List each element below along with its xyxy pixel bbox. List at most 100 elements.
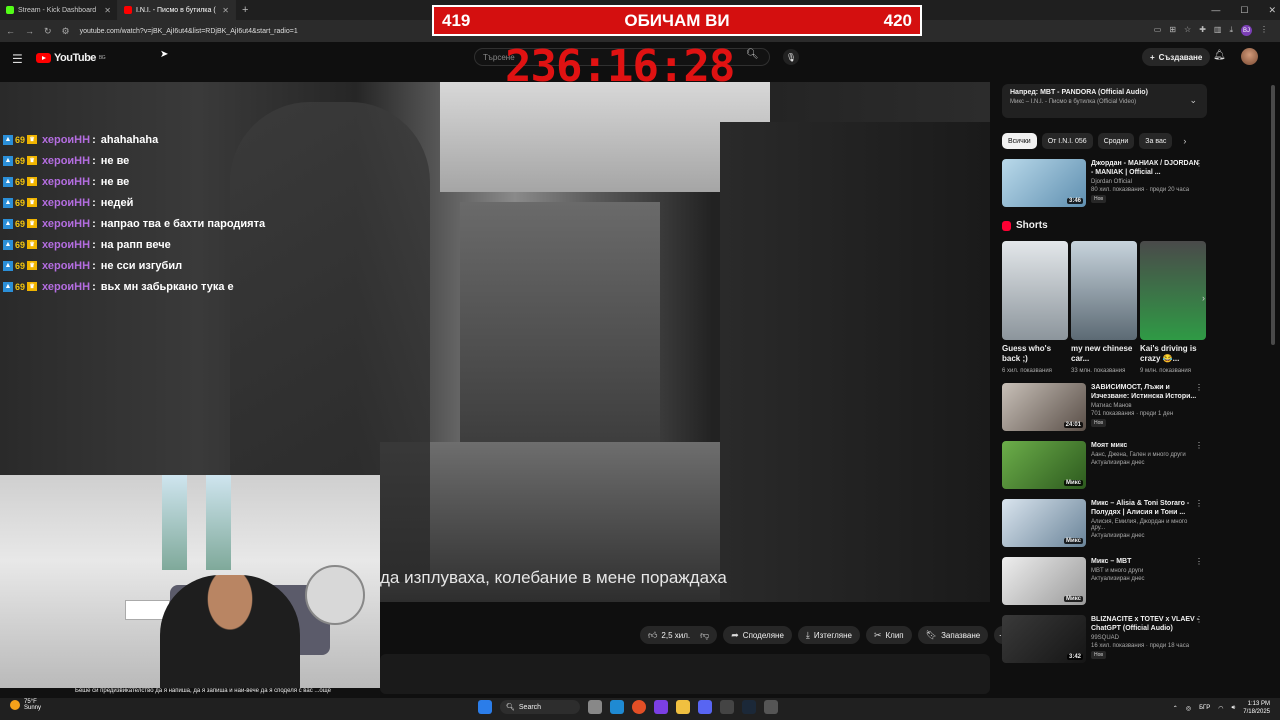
more-icon[interactable]: ⋮ (1195, 159, 1203, 168)
cast-icon[interactable]: ▭ (1154, 25, 1162, 36)
description-box[interactable] (380, 654, 990, 694)
tab-kick-dashboard[interactable]: Stream - Kick Dashboard ✕ (0, 0, 118, 20)
short-title[interactable]: my new chinese car... (1071, 344, 1137, 364)
video-item[interactable]: 3:46 Джордан - МАНИАК / DJORDAN - MANIAK… (1002, 159, 1207, 207)
chevron-right-icon[interactable]: › (1202, 293, 1205, 303)
volume-icon[interactable]: 🔊︎ (1232, 705, 1236, 712)
video-title[interactable]: Микс – Alisia & Toni Storaro - Полудях |… (1091, 499, 1201, 517)
channel-name[interactable]: Djordan Official (1091, 179, 1201, 185)
wifi-icon[interactable]: ◠ (1218, 705, 1223, 712)
create-button[interactable]: + Създаване (1142, 48, 1211, 66)
tab-youtube[interactable]: I.N.I. - Писмо в бутилка ( ✕ (118, 0, 236, 20)
menu-icon[interactable]: ☰ (12, 52, 23, 66)
short-thumbnail[interactable] (1002, 241, 1068, 340)
short-item[interactable]: Guess who's back ;) 6 хил. показвания (1002, 241, 1068, 375)
video-thumbnail[interactable]: Микс (1002, 557, 1086, 605)
video-thumbnail[interactable]: 24:01 (1002, 383, 1086, 431)
new-tab-icon[interactable]: + (242, 4, 248, 16)
short-item[interactable]: my new chinese car... 33 млн. показвания (1071, 241, 1137, 375)
video-thumbnail[interactable]: Микс (1002, 441, 1086, 489)
tray-chevron-icon[interactable]: ⌃ (1173, 705, 1178, 712)
chrome-icon[interactable] (632, 700, 646, 714)
translate-icon[interactable]: ⊞ (1169, 25, 1176, 36)
back-icon[interactable]: ← (6, 26, 15, 36)
thumbs-down-icon[interactable]: 👎︎ (700, 630, 709, 641)
reload-icon[interactable]: ↻ (44, 26, 52, 37)
network-icon[interactable]: ◎ (1186, 705, 1191, 712)
app-icon[interactable] (698, 700, 712, 714)
close-icon[interactable]: ✕ (222, 6, 229, 15)
chip-for-you[interactable]: За вас (1139, 133, 1173, 149)
url-input[interactable]: youtube.com/watch?v=jBK_AjI6ut4&list=RDj… (80, 28, 298, 35)
clip-button[interactable]: ✂ Клип (865, 626, 912, 644)
video-title[interactable]: Микс – MBT (1091, 557, 1201, 566)
save-button[interactable]: 🔖︎ Запазване (917, 626, 989, 644)
youtube-logo[interactable]: YouTube BG (36, 52, 106, 64)
more-icon[interactable]: ⋮ (1195, 441, 1203, 450)
short-thumbnail[interactable] (1071, 241, 1137, 340)
share-button[interactable]: ➦ Споделяне (723, 626, 792, 644)
steam-icon[interactable] (742, 700, 756, 714)
discord-icon[interactable] (654, 700, 668, 714)
short-title[interactable]: Kai's driving is crazy 😂... (1140, 344, 1206, 364)
chip-related[interactable]: Сродни (1097, 133, 1135, 149)
video-item[interactable]: Микс Моят микс Аанс, Джена, Гален и мног… (1002, 441, 1207, 489)
page-scrollbar[interactable] (1271, 85, 1275, 345)
more-icon[interactable]: ⋮ (1195, 383, 1203, 392)
more-icon[interactable]: ⋮ (1195, 557, 1203, 566)
profile-avatar[interactable]: BJ (1241, 25, 1252, 36)
minimize-icon[interactable]: — (1211, 5, 1220, 15)
video-item[interactable]: Микс Микс – Alisia & Toni Storaro - Полу… (1002, 499, 1207, 547)
weather-widget[interactable]: 75°F Sunny (10, 699, 41, 711)
short-item[interactable]: Kai's driving is crazy 😂... 9 млн. показ… (1140, 241, 1206, 375)
video-item[interactable]: Микс Микс – MBT MBT и много други Актуал… (1002, 557, 1207, 605)
chevron-down-icon[interactable]: ⌄ (1189, 95, 1197, 106)
microphone-icon[interactable]: 🎙︎ (783, 49, 799, 65)
close-icon[interactable]: ✕ (104, 6, 111, 15)
video-title[interactable]: BLIZNACITE x TOTEV x VLAEV - ChatGPT (Of… (1091, 615, 1201, 633)
short-title[interactable]: Guess who's back ;) (1002, 344, 1068, 364)
video-item[interactable]: 3:42 BLIZNACITE x TOTEV x VLAEV - ChatGP… (1002, 615, 1207, 663)
chip-from-ini[interactable]: От I.N.I. 056 (1041, 133, 1093, 149)
chevron-right-icon[interactable]: › (1183, 136, 1186, 146)
chip-all[interactable]: Всички (1002, 133, 1037, 149)
like-button[interactable]: 👍︎ 2,5 хил. 👎︎ (640, 626, 718, 644)
chat-username: хероиНН (42, 238, 91, 251)
site-info-icon[interactable]: ⚙ (62, 26, 70, 37)
bookmark-star-icon[interactable]: ☆ (1184, 25, 1191, 36)
video-thumbnail[interactable]: 3:42 (1002, 615, 1086, 663)
channel-name[interactable]: Матиас Манов (1091, 403, 1201, 409)
windows-start-icon[interactable] (478, 700, 492, 714)
more-icon[interactable]: ⋮ (1195, 499, 1203, 508)
video-thumbnail[interactable]: 3:46 (1002, 159, 1086, 207)
sidebar-icon[interactable]: ▥ (1214, 25, 1222, 36)
download-button[interactable]: ⤓ Изтегляне (797, 626, 860, 644)
download-icon[interactable]: ⤓ (1229, 25, 1233, 36)
description-snippet[interactable]: Беше си предизвикателство да я напиша, д… (0, 688, 380, 698)
maximize-icon[interactable]: ☐ (1240, 5, 1248, 16)
clock[interactable]: 1:13 PM 7/18/2025 (1243, 700, 1270, 716)
extension-icon[interactable]: ✚ (1199, 25, 1206, 36)
file-explorer-icon[interactable] (676, 700, 690, 714)
taskbar-search[interactable]: 🔍︎ Search (500, 700, 580, 714)
video-title[interactable]: Джордан - МАНИАК / DJORDAN - MANIAK | Of… (1091, 159, 1201, 177)
settings-icon[interactable] (764, 700, 778, 714)
lang-indicator[interactable]: БГР (1199, 705, 1210, 711)
browser-menu-icon[interactable]: ⋮ (1260, 25, 1268, 36)
close-window-icon[interactable]: ✕ (1268, 5, 1276, 16)
obs-icon[interactable] (720, 700, 734, 714)
up-next-panel[interactable]: Напред: MBT - PANDORA (Official Audio) М… (1002, 84, 1207, 118)
more-icon[interactable]: ⋮ (1195, 615, 1203, 624)
video-thumbnail[interactable]: Микс (1002, 499, 1086, 547)
edge-icon[interactable] (610, 700, 624, 714)
task-view-icon[interactable] (588, 700, 602, 714)
video-title[interactable]: Моят микс (1091, 441, 1201, 450)
account-avatar[interactable] (1241, 48, 1258, 65)
notifications-icon[interactable]: 🔔︎ (1213, 50, 1226, 61)
video-title[interactable]: ЗАВИСИМОСТ, Лъжи и Изчезване: Истинска И… (1091, 383, 1201, 401)
short-thumbnail[interactable] (1140, 241, 1206, 340)
video-item[interactable]: 24:01 ЗАВИСИМОСТ, Лъжи и Изчезване: Исти… (1002, 383, 1207, 431)
forward-icon[interactable]: → (25, 26, 34, 36)
search-icon[interactable]: 🔍︎ (746, 49, 759, 60)
channel-name[interactable]: 99SQUAD (1091, 635, 1201, 641)
